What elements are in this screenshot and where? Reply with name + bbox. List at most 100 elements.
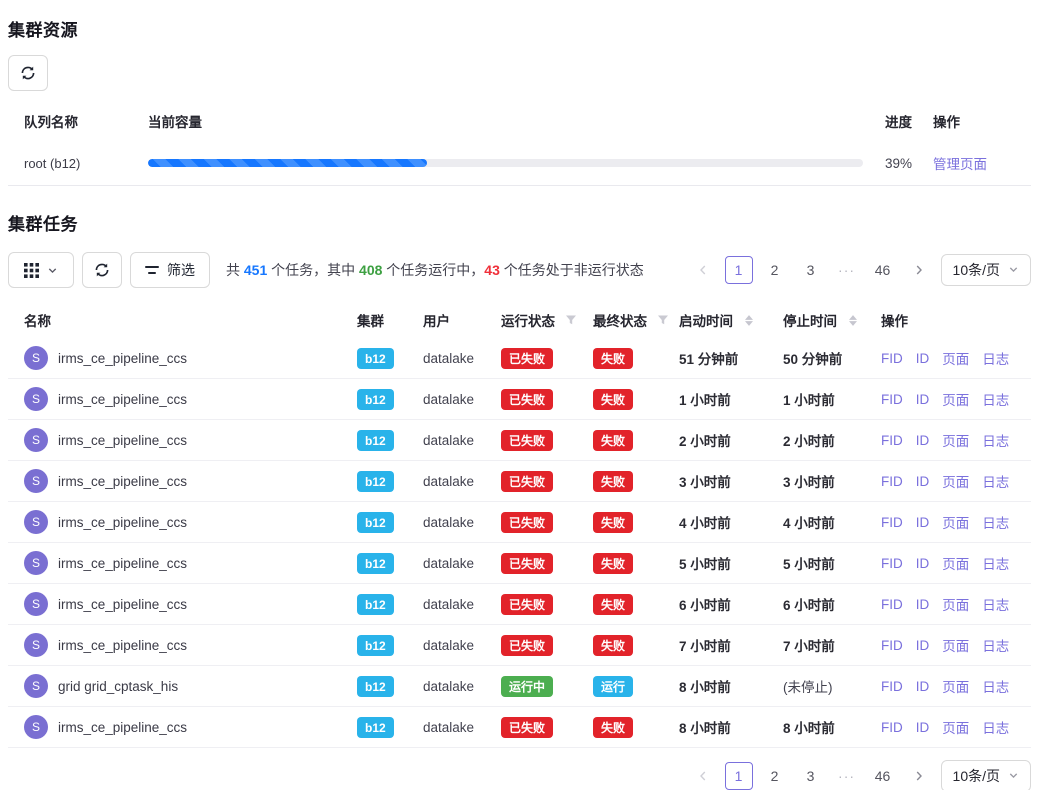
fid-link[interactable]: FID bbox=[881, 720, 903, 735]
fid-link[interactable]: FID bbox=[881, 515, 903, 530]
id-link[interactable]: ID bbox=[916, 474, 930, 489]
cluster-tag: b12 bbox=[357, 512, 394, 533]
fid-link[interactable]: FID bbox=[881, 638, 903, 653]
avatar: S bbox=[24, 346, 48, 370]
task-name: irms_ce_pipeline_ccs bbox=[58, 638, 187, 653]
capacity-cell bbox=[148, 159, 885, 167]
page-link[interactable]: 页面 bbox=[942, 717, 969, 737]
start-time: 5 小时前 bbox=[671, 553, 775, 573]
page-link[interactable]: 页面 bbox=[942, 676, 969, 696]
id-link[interactable]: ID bbox=[916, 556, 930, 571]
page-link[interactable]: 页面 bbox=[942, 635, 969, 655]
id-link[interactable]: ID bbox=[916, 679, 930, 694]
table-row: S irms_ce_pipeline_ccs b12 datalake 已失败 … bbox=[8, 707, 1031, 748]
pagination-page-46[interactable]: 46 bbox=[869, 762, 897, 790]
run-status-filter-icon[interactable] bbox=[565, 314, 577, 326]
log-link[interactable]: 日志 bbox=[982, 594, 1009, 614]
log-link[interactable]: 日志 bbox=[982, 471, 1009, 491]
queue-row: root (b12) 39% 管理页面 bbox=[8, 141, 1031, 186]
cluster-tag: b12 bbox=[357, 348, 394, 369]
pagination-page-3[interactable]: 3 bbox=[797, 762, 825, 790]
id-link[interactable]: ID bbox=[916, 597, 930, 612]
pagination-page-46[interactable]: 46 bbox=[869, 256, 897, 284]
page-size-select[interactable]: 10条/页 bbox=[941, 254, 1031, 286]
col-run-status: 运行状态 bbox=[493, 310, 585, 330]
final-status-tag: 失败 bbox=[593, 471, 633, 492]
pagination-prev-button[interactable] bbox=[689, 762, 717, 790]
page-size-select[interactable]: 10条/页 bbox=[941, 760, 1031, 790]
avatar: S bbox=[24, 592, 48, 616]
avatar: S bbox=[24, 551, 48, 575]
pagination-bottom-wrap: 123 ··· 46 10条/页 bbox=[8, 760, 1031, 790]
run-status-tag: 已失败 bbox=[501, 430, 553, 451]
fid-link[interactable]: FID bbox=[881, 597, 903, 612]
page-link[interactable]: 页面 bbox=[942, 553, 969, 573]
col-queue-name: 队列名称 bbox=[8, 111, 148, 131]
page-link[interactable]: 页面 bbox=[942, 348, 969, 368]
row-operations: FID ID 页面日志 bbox=[873, 676, 1031, 696]
col-current-capacity: 当前容量 bbox=[148, 111, 885, 131]
page-link[interactable]: 页面 bbox=[942, 430, 969, 450]
filter-button[interactable]: 筛选 bbox=[130, 252, 210, 288]
pagination-next-button[interactable] bbox=[905, 256, 933, 284]
fid-link[interactable]: FID bbox=[881, 351, 903, 366]
start-time: 51 分钟前 bbox=[671, 348, 775, 368]
pagination-page-1[interactable]: 1 bbox=[725, 256, 753, 284]
pagination-ellipsis[interactable]: ··· bbox=[833, 256, 861, 284]
start-time: 6 小时前 bbox=[671, 594, 775, 614]
page-link[interactable]: 页面 bbox=[942, 471, 969, 491]
page-link[interactable]: 页面 bbox=[942, 512, 969, 532]
user-name: datalake bbox=[421, 515, 493, 530]
id-link[interactable]: ID bbox=[916, 433, 930, 448]
start-time-sorter-icon[interactable] bbox=[745, 315, 753, 326]
user-name: datalake bbox=[421, 392, 493, 407]
pagination-page-3[interactable]: 3 bbox=[797, 256, 825, 284]
log-link[interactable]: 日志 bbox=[982, 717, 1009, 737]
log-link[interactable]: 日志 bbox=[982, 676, 1009, 696]
id-link[interactable]: ID bbox=[916, 638, 930, 653]
row-operations: FID ID 页面日志 bbox=[873, 594, 1031, 614]
resources-refresh-button[interactable] bbox=[8, 55, 48, 91]
avatar: S bbox=[24, 428, 48, 452]
fid-link[interactable]: FID bbox=[881, 679, 903, 694]
pagination-ellipsis[interactable]: ··· bbox=[833, 762, 861, 790]
final-status-filter-icon[interactable] bbox=[657, 314, 669, 326]
run-status-tag: 已失败 bbox=[501, 553, 553, 574]
id-link[interactable]: ID bbox=[916, 720, 930, 735]
cluster-tag: b12 bbox=[357, 389, 394, 410]
avatar: S bbox=[24, 674, 48, 698]
fid-link[interactable]: FID bbox=[881, 474, 903, 489]
table-row: S grid grid_cptask_his b12 datalake 运行中 … bbox=[8, 666, 1031, 707]
log-link[interactable]: 日志 bbox=[982, 430, 1009, 450]
pagination-next-button[interactable] bbox=[905, 762, 933, 790]
page-link[interactable]: 页面 bbox=[942, 389, 969, 409]
fid-link[interactable]: FID bbox=[881, 556, 903, 571]
id-link[interactable]: ID bbox=[916, 392, 930, 407]
start-time: 4 小时前 bbox=[671, 512, 775, 532]
log-link[interactable]: 日志 bbox=[982, 553, 1009, 573]
log-link[interactable]: 日志 bbox=[982, 389, 1009, 409]
pagination-page-1[interactable]: 1 bbox=[725, 762, 753, 790]
id-link[interactable]: ID bbox=[916, 515, 930, 530]
user-name: datalake bbox=[421, 556, 493, 571]
fid-link[interactable]: FID bbox=[881, 433, 903, 448]
id-link[interactable]: ID bbox=[916, 351, 930, 366]
table-row: S irms_ce_pipeline_ccs b12 datalake 已失败 … bbox=[8, 543, 1031, 584]
stop-time-sorter-icon[interactable] bbox=[849, 315, 857, 326]
task-name: irms_ce_pipeline_ccs bbox=[58, 515, 187, 530]
log-link[interactable]: 日志 bbox=[982, 512, 1009, 532]
log-link[interactable]: 日志 bbox=[982, 635, 1009, 655]
pagination-prev-button[interactable] bbox=[689, 256, 717, 284]
column-settings-dropdown[interactable] bbox=[8, 252, 74, 288]
stop-time: 4 小时前 bbox=[775, 512, 873, 532]
page-link[interactable]: 页面 bbox=[942, 594, 969, 614]
tasks-refresh-button[interactable] bbox=[82, 252, 122, 288]
pagination-page-2[interactable]: 2 bbox=[761, 762, 789, 790]
col-name: 名称 bbox=[8, 310, 353, 330]
manage-page-link[interactable]: 管理页面 bbox=[933, 157, 987, 172]
stop-time: 5 小时前 bbox=[775, 553, 873, 573]
fid-link[interactable]: FID bbox=[881, 392, 903, 407]
pagination-page-2[interactable]: 2 bbox=[761, 256, 789, 284]
start-time: 3 小时前 bbox=[671, 471, 775, 491]
log-link[interactable]: 日志 bbox=[982, 348, 1009, 368]
